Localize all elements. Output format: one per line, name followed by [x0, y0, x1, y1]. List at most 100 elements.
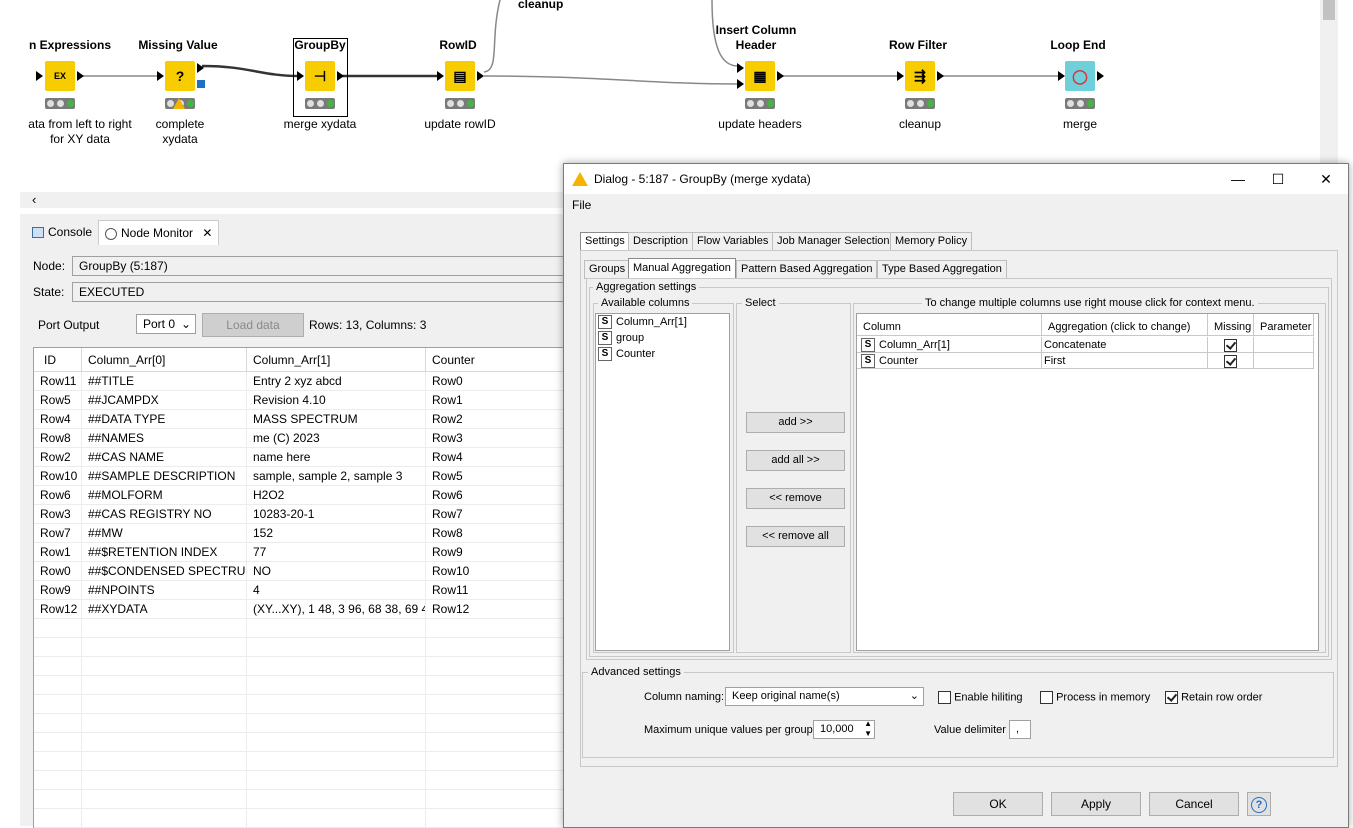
tab-console[interactable]: Console: [26, 220, 98, 244]
available-columns-list[interactable]: S Column_Arr[1] Sgroup S Counter: [595, 313, 730, 651]
table-row[interactable]: S Counter First: [857, 353, 1318, 369]
parameter-cell[interactable]: [1254, 337, 1314, 353]
help-button[interactable]: ?: [1247, 792, 1271, 816]
process-in-memory-checkbox[interactable]: [1040, 691, 1053, 704]
enable-hiliting-checkbox[interactable]: [938, 691, 951, 704]
spinner-icon[interactable]: ▲ ▼: [864, 719, 872, 739]
column-header[interactable]: Counter: [426, 348, 571, 372]
missing-checkbox[interactable]: [1224, 354, 1237, 368]
output-table[interactable]: ID Column_Arr[0] Column_Arr[1] Counter R…: [33, 347, 572, 828]
cancel-button[interactable]: Cancel: [1149, 792, 1239, 816]
retain-row-order-option[interactable]: Retain row order: [1165, 691, 1262, 704]
row-filter-node-icon[interactable]: ⇶: [905, 61, 935, 91]
table-row[interactable]: [34, 809, 571, 828]
subtab-manual-aggregation[interactable]: Manual Aggregation: [628, 258, 736, 279]
enable-hiliting-option[interactable]: Enable hiliting: [938, 691, 1023, 704]
table-row[interactable]: Row6 ##MOLFORM H2O2 Row6: [34, 486, 571, 505]
table-row[interactable]: [34, 695, 571, 714]
select-label: Select: [742, 297, 779, 309]
maximize-icon[interactable]: ☐: [1258, 168, 1298, 190]
apply-button[interactable]: Apply: [1051, 792, 1141, 816]
close-icon[interactable]: ✕: [1306, 168, 1346, 190]
status-lights: [305, 98, 335, 109]
groupby-dialog: Dialog - 5:187 - GroupBy (merge xydata) …: [563, 163, 1349, 828]
table-row[interactable]: [34, 619, 571, 638]
table-cell: ##$CONDENSED SPECTRUM: [82, 562, 247, 581]
aggregation-table[interactable]: Column Aggregation (click to change) Mis…: [856, 313, 1319, 651]
table-row[interactable]: S Column_Arr[1] Concatenate: [857, 337, 1318, 353]
table-cell: ##$RETENTION INDEX: [82, 543, 247, 562]
retain-row-order-checkbox[interactable]: [1165, 691, 1178, 704]
loop-end-node-icon[interactable]: ◯: [1065, 61, 1095, 91]
table-row[interactable]: Row4 ##DATA TYPE MASS SPECTRUM Row2: [34, 410, 571, 429]
column-header[interactable]: Column: [857, 314, 1042, 336]
port-select[interactable]: Port 0 ⌄: [136, 314, 196, 334]
dialog-titlebar[interactable]: Dialog - 5:187 - GroupBy (merge xydata) …: [564, 164, 1348, 194]
expressions-node-icon[interactable]: EX: [45, 61, 75, 91]
process-in-memory-option[interactable]: Process in memory: [1040, 691, 1150, 704]
remove-all-button[interactable]: << remove all: [746, 526, 845, 547]
column-header[interactable]: Parameter: [1254, 314, 1314, 336]
tab-node-monitor[interactable]: Node Monitor ✕: [98, 220, 220, 245]
tab-settings[interactable]: Settings: [580, 232, 630, 251]
subtab-pattern-based-aggregation[interactable]: Pattern Based Aggregation: [736, 260, 878, 279]
rowid-node-icon[interactable]: ▤: [445, 61, 475, 91]
aggregation-method[interactable]: First: [1042, 353, 1208, 369]
table-row[interactable]: Row2 ##CAS NAME name here Row4: [34, 448, 571, 467]
list-item[interactable]: Sgroup: [598, 331, 644, 346]
table-row[interactable]: [34, 714, 571, 733]
table-row[interactable]: Row12 ##XYDATA (XY...XY), 1 48, 3 96, 68 3…: [34, 600, 571, 619]
table-row[interactable]: [34, 638, 571, 657]
table-row[interactable]: Row5 ##JCAMPDX Revision 4.10 Row1: [34, 391, 571, 410]
column-header[interactable]: Aggregation (click to change): [1042, 314, 1208, 336]
remove-button[interactable]: << remove: [746, 488, 845, 509]
table-row[interactable]: Row9 ##NPOINTS 4 Row11: [34, 581, 571, 600]
table-row[interactable]: [34, 752, 571, 771]
table-row[interactable]: [34, 676, 571, 695]
add-button[interactable]: add >>: [746, 412, 845, 433]
subtab-groups[interactable]: Groups: [584, 260, 631, 279]
missing-value-node-icon[interactable]: ?: [165, 61, 195, 91]
table-row[interactable]: Row3 ##CAS REGISTRY NO 10283-20-1 Row7: [34, 505, 571, 524]
table-row[interactable]: Row10 ##SAMPLE DESCRIPTION sample, sample …: [34, 467, 571, 486]
table-row[interactable]: [34, 771, 571, 790]
list-item[interactable]: S Column_Arr[1]: [598, 315, 687, 330]
column-header[interactable]: ID: [34, 348, 82, 372]
table-cell: [426, 695, 571, 714]
ok-button[interactable]: OK: [953, 792, 1043, 816]
table-row[interactable]: [34, 657, 571, 676]
aggregation-method[interactable]: Concatenate: [1042, 337, 1208, 353]
list-item[interactable]: S Counter: [598, 347, 655, 362]
missing-checkbox[interactable]: [1224, 338, 1237, 352]
column-header[interactable]: Missing: [1208, 314, 1254, 336]
tab-flow-variables[interactable]: Flow Variables: [692, 232, 774, 251]
table-row[interactable]: Row8 ##NAMES me (C) 2023 Row3: [34, 429, 571, 448]
max-unique-stepper[interactable]: 10,000 ▲ ▼: [813, 719, 875, 739]
column-header[interactable]: Column_Arr[0]: [82, 348, 247, 372]
column-naming-select[interactable]: Keep original name(s) ⌄: [725, 687, 924, 706]
table-row[interactable]: Row0 ##$CONDENSED SPECTRUM NO Row10: [34, 562, 571, 581]
table-row[interactable]: [34, 790, 571, 809]
close-icon[interactable]: ✕: [202, 226, 212, 240]
table-row[interactable]: Row11 ##TITLE Entry 2 xyz abcd Row0: [34, 372, 571, 391]
parameter-cell[interactable]: [1254, 353, 1314, 369]
groupby-node-icon[interactable]: ⊣: [305, 61, 335, 91]
add-all-button[interactable]: add all >>: [746, 450, 845, 471]
table-row[interactable]: Row7 ##MW 152 Row8: [34, 524, 571, 543]
scrollbar-thumb[interactable]: [1323, 0, 1335, 20]
out-port-icon: [477, 71, 484, 81]
load-data-button[interactable]: Load data: [202, 313, 304, 337]
tab-job-manager-selection[interactable]: Job Manager Selection: [772, 232, 895, 251]
value-delimiter-input[interactable]: ,: [1009, 720, 1031, 739]
tab-memory-policy[interactable]: Memory Policy: [890, 232, 973, 251]
insert-column-header-node-icon[interactable]: ▦: [745, 61, 775, 91]
node-label: Node:: [33, 259, 66, 273]
menu-file[interactable]: File: [572, 198, 591, 212]
table-row[interactable]: Row1 ##$RETENTION INDEX 77 Row9: [34, 543, 571, 562]
subtab-type-based-aggregation[interactable]: Type Based Aggregation: [877, 260, 1007, 279]
scroll-left-arrow-icon[interactable]: ‹: [32, 192, 36, 207]
tab-description[interactable]: Description: [628, 232, 694, 251]
table-row[interactable]: [34, 733, 571, 752]
minimize-icon[interactable]: —: [1218, 168, 1258, 190]
column-header[interactable]: Column_Arr[1]: [247, 348, 426, 372]
